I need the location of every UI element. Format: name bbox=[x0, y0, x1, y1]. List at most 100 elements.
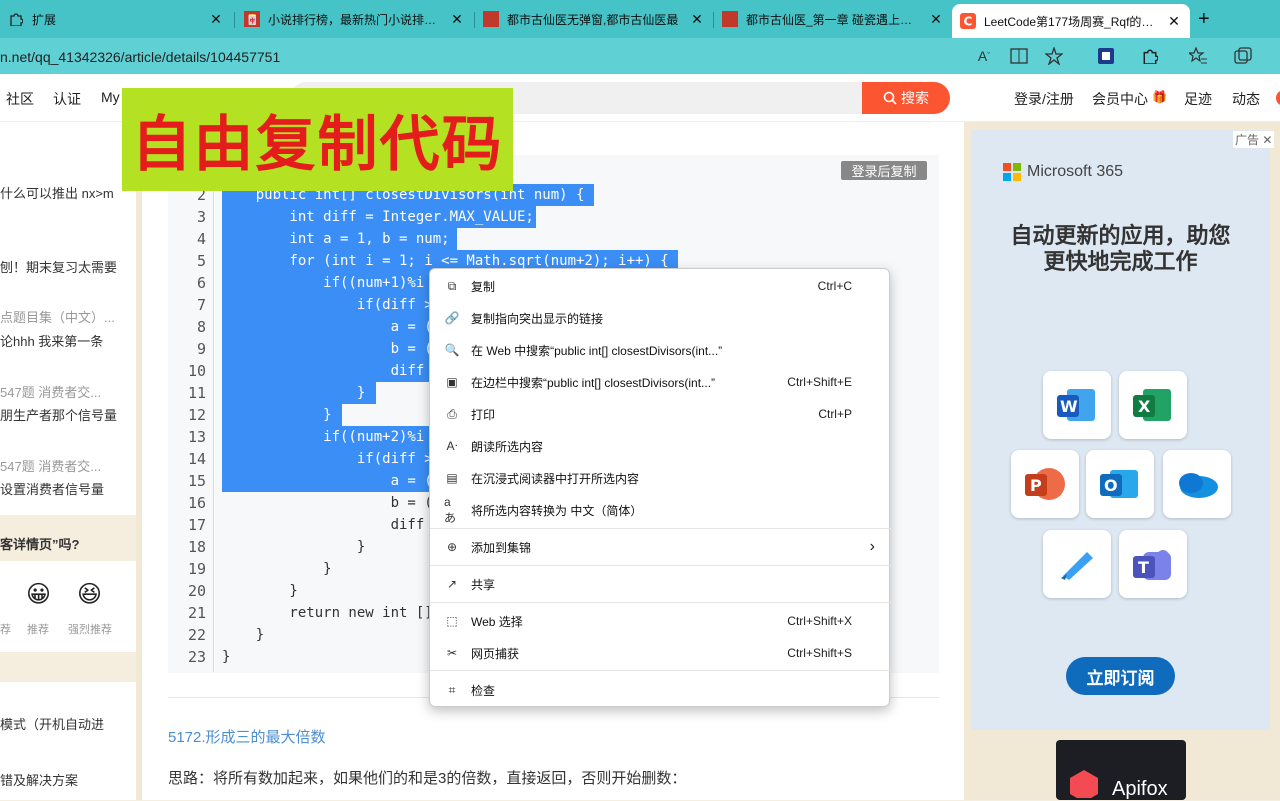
nav-dynamic[interactable]: 动态 bbox=[1232, 89, 1260, 109]
teams-icon: T bbox=[1119, 530, 1187, 598]
extension-icon[interactable] bbox=[1096, 46, 1116, 66]
web-capture-icon: ✂ bbox=[446, 646, 458, 660]
line-number: 5 bbox=[196, 252, 206, 270]
read-aloud-icon[interactable]: Aˇ bbox=[974, 46, 994, 66]
tab-title: LeetCode第177场周赛_Rqf的博客 bbox=[984, 14, 1160, 29]
read-aloud-icon: Aᐧ bbox=[446, 439, 458, 453]
nav-login[interactable]: 登录/注册 bbox=[1014, 89, 1074, 109]
favorites-list-icon[interactable] bbox=[1188, 46, 1208, 66]
code-line: } bbox=[222, 385, 366, 401]
tab-extensions[interactable]: 扩展 ✕ bbox=[0, 4, 232, 34]
collections-icon[interactable] bbox=[1233, 46, 1253, 66]
nav-community[interactable]: 社区 bbox=[6, 89, 34, 109]
menu-item-sidebar-search[interactable]: ▣ 在边栏中搜索“public int[] closestDivisors(int… bbox=[430, 367, 891, 397]
rating-label: 推荐 bbox=[27, 624, 49, 636]
code-line: if((num+1)%i bbox=[222, 275, 425, 291]
close-icon[interactable]: ✕ bbox=[449, 11, 465, 28]
menu-item-shortcut: Ctrl+P bbox=[818, 407, 852, 421]
word-icon: W bbox=[1043, 371, 1111, 439]
menu-item-collections[interactable]: ⊕ 添加到集锦 › bbox=[430, 532, 891, 562]
address-toolbar: n.net/qq_41342326/article/details/104457… bbox=[0, 38, 1280, 74]
apifox-label: Apifox bbox=[1112, 778, 1168, 800]
sidebar-item[interactable]: 547题 消费者交... bbox=[0, 382, 101, 401]
close-icon[interactable]: ✕ bbox=[928, 11, 944, 28]
menu-item-web-capture[interactable]: ✂ 网页捕获 Ctrl+Shift+S bbox=[430, 638, 891, 668]
sidebar-item[interactable]: 朋生产者那个信号量 bbox=[0, 405, 117, 424]
smile-emoji-icon[interactable]: 😀 bbox=[26, 580, 51, 609]
menu-item-print[interactable]: ⎙ 打印 Ctrl+P bbox=[430, 399, 891, 429]
code-line: } bbox=[222, 561, 332, 577]
menu-item-inspect[interactable]: ⌗ 检查 bbox=[430, 675, 891, 705]
svg-text:C: C bbox=[964, 15, 973, 29]
tab-novel-doctor[interactable]: 都市古仙医无弹窗,都市古仙医最 ✕ bbox=[475, 4, 713, 34]
menu-item-share[interactable]: ↗ 共享 bbox=[430, 569, 891, 599]
menu-item-translate[interactable]: aあ 将所选内容转换为 中文（简体） bbox=[430, 495, 891, 525]
menu-item-label: 网页捕获 bbox=[471, 646, 520, 661]
collections-icon: ⊕ bbox=[446, 540, 458, 554]
ad-panel[interactable]: Microsoft 365 自动更新的应用，助您 更快地完成工作 W X P O… bbox=[971, 130, 1270, 730]
laugh-emoji-icon[interactable]: 😆 bbox=[77, 580, 102, 609]
code-line: } bbox=[222, 407, 332, 423]
nav-certification[interactable]: 认证 bbox=[53, 89, 81, 109]
line-number: 20 bbox=[187, 582, 206, 600]
menu-item-read-aloud[interactable]: Aᐧ 朗读所选内容 bbox=[430, 431, 891, 461]
sidebar-item[interactable]: 论hhh 我来第一条 bbox=[0, 331, 103, 350]
section-heading[interactable]: 5172.形成三的最大倍数 bbox=[168, 726, 326, 747]
share-icon: ↗ bbox=[446, 577, 458, 591]
menu-item-copy[interactable]: ⧉ 复制 Ctrl+C bbox=[430, 271, 891, 301]
search-button[interactable]: 搜索 bbox=[862, 82, 950, 114]
address-input[interactable]: n.net/qq_41342326/article/details/104457… bbox=[0, 43, 970, 71]
close-icon[interactable]: ✕ bbox=[1166, 13, 1182, 30]
close-icon[interactable]: ✕ bbox=[689, 11, 705, 28]
left-sidebar: 什么可以推出 nx>m 刨！期末复习太需要 点题目集（中文）... 论hhh 我… bbox=[0, 122, 136, 800]
banner-text: 自由复制代码 bbox=[131, 111, 504, 178]
apifox-ad[interactable]: Apifox bbox=[1056, 740, 1186, 800]
login-copy-button[interactable]: 登录后复制 bbox=[841, 161, 927, 180]
tab-leetcode[interactable]: C LeetCode第177场周赛_Rqf的博客 ✕ bbox=[952, 4, 1190, 38]
code-line: diff bbox=[222, 517, 425, 533]
sidebar-item[interactable]: 错及解决方案 bbox=[0, 770, 78, 789]
print-icon: ⎙ bbox=[447, 406, 457, 421]
line-number: 19 bbox=[187, 560, 206, 578]
menu-item-search[interactable]: 🔍 在 Web 中搜索“public int[] closestDivisors(… bbox=[430, 335, 891, 365]
menu-item-shortcut: Ctrl+Shift+S bbox=[787, 646, 852, 660]
close-icon[interactable]: ✕ bbox=[208, 11, 224, 28]
tab-novel-chapter[interactable]: 都市古仙医_第一章 碰瓷遇上女司 ✕ bbox=[714, 4, 952, 34]
nav-my[interactable]: My bbox=[101, 89, 120, 105]
menu-item-label: 检查 bbox=[471, 683, 496, 698]
nav-footprint[interactable]: 足迹 bbox=[1184, 89, 1212, 109]
line-number: 18 bbox=[187, 538, 206, 556]
new-tab-icon[interactable]: + bbox=[1198, 8, 1210, 31]
rating-question: 客详情页”吗? bbox=[0, 537, 80, 552]
web-select-icon: ⬚ bbox=[446, 614, 458, 628]
favorite-star-icon[interactable] bbox=[1044, 46, 1064, 66]
line-number: 13 bbox=[187, 428, 206, 446]
svg-text:P: P bbox=[1030, 476, 1042, 495]
subscribe-button[interactable]: 立即订阅 bbox=[1066, 657, 1175, 695]
tab-title: 都市古仙医_第一章 碰瓷遇上女司 bbox=[746, 12, 922, 27]
menu-item-label: 在边栏中搜索“public int[] closestDivisors(int.… bbox=[471, 375, 716, 390]
line-number: 10 bbox=[187, 362, 206, 380]
chevron-right-icon: › bbox=[869, 538, 875, 555]
tab-novel-ranking[interactable]: 🀄 小说排行榜，最新热门小说排行榜 ✕ bbox=[236, 4, 473, 34]
sidebar-item[interactable]: 什么可以推出 nx>m bbox=[0, 183, 114, 202]
sidebar-item[interactable]: 547题 消费者交... bbox=[0, 456, 101, 475]
sidebar-item[interactable]: 刨！期末复习太需要 bbox=[0, 257, 117, 276]
puzzle-icon[interactable] bbox=[1140, 46, 1160, 66]
menu-item-web-select[interactable]: ⬚ Web 选择 Ctrl+Shift+X bbox=[430, 606, 891, 636]
avatar[interactable] bbox=[1276, 90, 1280, 106]
menu-item-label: 共享 bbox=[471, 577, 496, 592]
immersive-reader-icon[interactable] bbox=[1009, 46, 1029, 66]
menu-item-link-copy[interactable]: 🔗 复制指向突出显示的链接 bbox=[430, 303, 891, 333]
code-line: b = ( bbox=[222, 341, 433, 357]
nav-vip[interactable]: 会员中心 bbox=[1092, 89, 1148, 109]
sidebar-item[interactable]: 设置消费者信号量 bbox=[0, 479, 104, 498]
menu-item-immersive-reader[interactable]: ▤ 在沉浸式阅读器中打开所选内容 bbox=[430, 463, 891, 493]
sidebar-item[interactable]: 点题目集（中文）... bbox=[0, 307, 115, 326]
code-line: return new int [] bbox=[222, 605, 442, 621]
code-line: a = ( bbox=[222, 473, 433, 489]
close-icon[interactable]: ✕ bbox=[1262, 133, 1272, 147]
sidebar-item[interactable]: 模式（开机自动进 bbox=[0, 714, 104, 733]
code-line: a = ( bbox=[222, 319, 433, 335]
menu-item-shortcut: Ctrl+C bbox=[817, 279, 852, 293]
